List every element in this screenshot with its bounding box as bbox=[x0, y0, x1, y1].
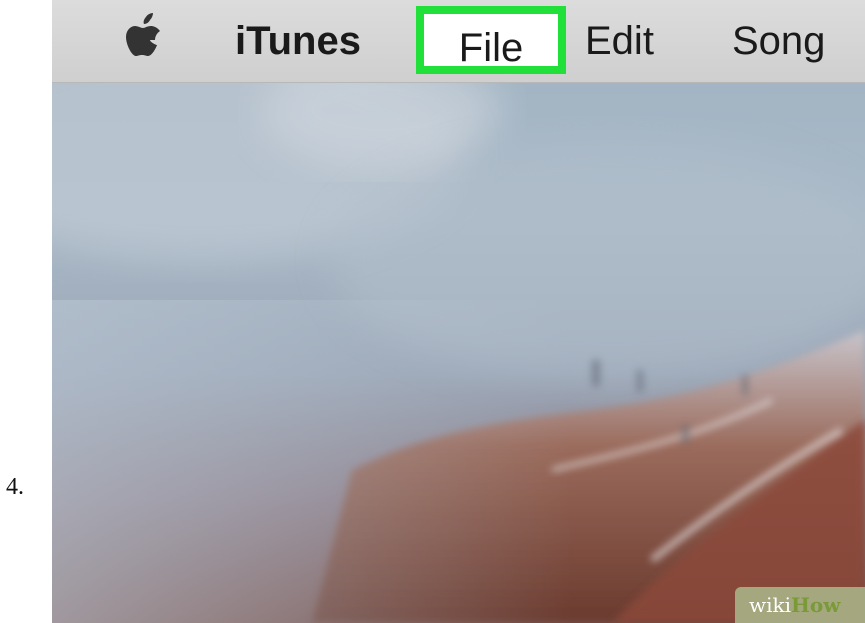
desktop-wallpaper bbox=[52, 0, 865, 623]
step-number: 4. bbox=[6, 474, 24, 500]
watermark-how: How bbox=[791, 593, 841, 617]
watermark-wiki: wiki bbox=[749, 593, 792, 617]
menu-itunes[interactable]: iTunes bbox=[235, 16, 361, 66]
mac-screenshot: iTunes File Edit Song wikiHow bbox=[52, 0, 865, 623]
apple-logo-icon[interactable] bbox=[122, 10, 168, 66]
menu-edit[interactable]: Edit bbox=[585, 16, 654, 66]
menu-bar: iTunes File Edit Song bbox=[52, 0, 865, 83]
menu-song[interactable]: Song bbox=[732, 16, 825, 66]
menu-file[interactable]: File bbox=[416, 6, 566, 74]
wikihow-watermark: wikiHow bbox=[735, 587, 865, 623]
